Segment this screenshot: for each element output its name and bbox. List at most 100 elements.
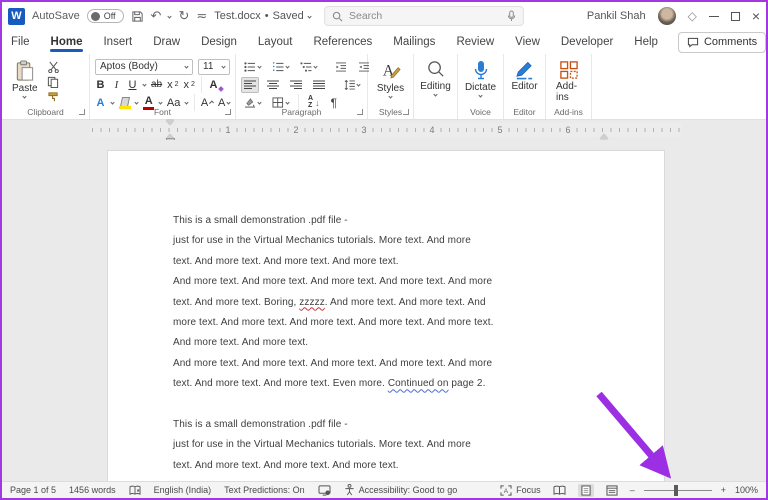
clear-formatting-button[interactable]: A <box>208 79 219 91</box>
text-predictions[interactable]: Text Predictions: On <box>224 485 305 495</box>
addins-button[interactable]: Add-ins <box>551 58 586 105</box>
multilevel-list-button[interactable] <box>297 59 320 75</box>
document-text[interactable]: This is a small demonstration .pdf file … <box>173 211 613 476</box>
ruler-strip[interactable]: 1 2 3 4 5 6 <box>90 120 682 144</box>
tab-insert[interactable]: Insert <box>102 32 133 52</box>
close-button[interactable]: × <box>752 9 760 23</box>
read-mode-button[interactable] <box>550 484 569 497</box>
align-center-button[interactable] <box>264 77 282 93</box>
voice-group-label: Voice <box>470 107 491 117</box>
proofing-status-icon[interactable] <box>129 485 141 496</box>
superscript-button[interactable]: x2 <box>184 79 195 91</box>
ruler-mark: 6 <box>563 123 573 137</box>
tab-layout[interactable]: Layout <box>257 32 294 52</box>
numbering-button[interactable] <box>269 59 292 75</box>
doc-line: And more text. And more text. And more t… <box>173 357 493 369</box>
accessibility-status[interactable]: Accessibility: Good to go <box>344 484 457 496</box>
zoom-in-button[interactable]: + <box>721 485 726 495</box>
user-name[interactable]: Pankil Shah <box>587 10 646 22</box>
font-group-label: Font <box>153 107 171 117</box>
bold-button[interactable]: B <box>95 79 106 91</box>
tab-review[interactable]: Review <box>455 32 495 52</box>
avatar[interactable] <box>657 7 676 25</box>
font-group: Aptos (Body) 11 B I U ab x2 x2 A A A Aa … <box>90 54 236 119</box>
paste-button[interactable]: Paste <box>7 58 43 100</box>
display-settings-icon[interactable] <box>318 484 331 496</box>
editing-group: Editing <box>414 54 458 119</box>
focus-mode-button[interactable]: A Focus <box>500 484 541 496</box>
undo-dropdown-icon[interactable] <box>167 13 173 19</box>
align-left-button[interactable] <box>241 76 259 93</box>
premium-diamond-icon[interactable]: ◇ <box>688 9 697 23</box>
styles-group-label: Styles <box>378 107 403 117</box>
zoom-slider-handle[interactable] <box>673 484 678 496</box>
italic-button[interactable]: I <box>111 79 122 91</box>
decrease-indent-button[interactable] <box>332 59 350 75</box>
paragraph-dialog-launcher[interactable] <box>357 109 363 115</box>
align-right-button[interactable] <box>287 77 305 93</box>
subscript-button[interactable]: x2 <box>167 79 178 91</box>
print-layout-button[interactable] <box>577 483 594 497</box>
doc-line: just for use in the Virtual Mechanics tu… <box>173 235 471 247</box>
search-box[interactable]: Search <box>324 6 524 26</box>
tab-help[interactable]: Help <box>633 32 659 52</box>
tab-mailings[interactable]: Mailings <box>392 32 436 52</box>
tab-home[interactable]: Home <box>49 32 84 52</box>
justify-button[interactable] <box>310 77 328 93</box>
document-title[interactable]: Test.docx • Saved <box>214 10 312 22</box>
page-indicator[interactable]: Page 1 of 5 <box>10 485 56 495</box>
copy-button[interactable] <box>47 76 60 88</box>
line-spacing-button[interactable] <box>340 77 363 93</box>
format-painter-button[interactable] <box>47 91 60 103</box>
hanging-indent-marker[interactable] <box>166 130 174 139</box>
doc-line: This is a small demonstration .pdf file … <box>173 419 348 431</box>
maximize-button[interactable] <box>730 11 740 21</box>
customize-qat-icon[interactable]: ≂ <box>196 8 207 24</box>
ruler-mark: 4 <box>427 123 437 137</box>
cut-button[interactable] <box>47 61 60 73</box>
word-count[interactable]: 1456 words <box>69 485 116 495</box>
tab-draw[interactable]: Draw <box>152 32 181 52</box>
doc-line: just for use in the Virtual Mechanics tu… <box>173 439 471 451</box>
right-indent-marker[interactable] <box>600 130 608 139</box>
zoom-level[interactable]: 100% <box>735 485 758 495</box>
tab-view[interactable]: View <box>514 32 541 52</box>
font-dialog-launcher[interactable] <box>225 109 231 115</box>
doc-line: text. And more text. And more text. And … <box>173 255 399 267</box>
doc-line: And more text. And more text. <box>173 337 309 349</box>
tab-file[interactable]: File <box>10 32 31 52</box>
document-area: This is a small demonstration .pdf file … <box>2 140 766 481</box>
underline-button[interactable]: U <box>127 79 138 91</box>
styles-dialog-launcher[interactable] <box>403 109 409 115</box>
styles-button[interactable]: A Styles <box>372 58 409 100</box>
word-app-icon[interactable]: W <box>8 7 25 25</box>
first-line-indent-marker[interactable] <box>166 120 174 129</box>
tab-design[interactable]: Design <box>200 32 238 52</box>
editor-button[interactable]: Editor <box>506 58 542 94</box>
search-mic-icon[interactable] <box>507 10 516 22</box>
undo-button[interactable]: ↶ <box>151 8 162 24</box>
tab-developer[interactable]: Developer <box>560 32 614 52</box>
language-indicator[interactable]: English (India) <box>154 485 212 495</box>
paragraph-group-label: Paragraph <box>281 107 322 117</box>
comments-button[interactable]: Comments <box>677 31 766 53</box>
save-icon[interactable] <box>131 10 144 23</box>
font-name-combo[interactable]: Aptos (Body) <box>95 58 193 75</box>
web-layout-button[interactable] <box>603 484 621 497</box>
zoom-out-button[interactable]: – <box>630 485 635 495</box>
redo-button[interactable]: ↻ <box>178 8 189 24</box>
minimize-button[interactable] <box>708 15 719 17</box>
tab-references[interactable]: References <box>312 32 373 52</box>
page[interactable]: This is a small demonstration .pdf file … <box>107 150 665 481</box>
bullets-button[interactable] <box>241 59 264 75</box>
dictate-button[interactable]: Dictate <box>460 58 501 99</box>
clipboard-dialog-launcher[interactable] <box>79 109 85 115</box>
font-size-combo[interactable]: 11 <box>198 58 230 75</box>
strikethrough-button[interactable]: ab <box>151 79 162 90</box>
editing-button[interactable]: Editing <box>415 58 456 98</box>
ruler-mark: 3 <box>359 123 369 137</box>
styles-icon: A <box>382 62 401 79</box>
autosave-toggle[interactable]: Off <box>86 9 124 23</box>
underline-dropdown-icon[interactable] <box>142 82 147 87</box>
zoom-slider[interactable] <box>643 484 712 496</box>
